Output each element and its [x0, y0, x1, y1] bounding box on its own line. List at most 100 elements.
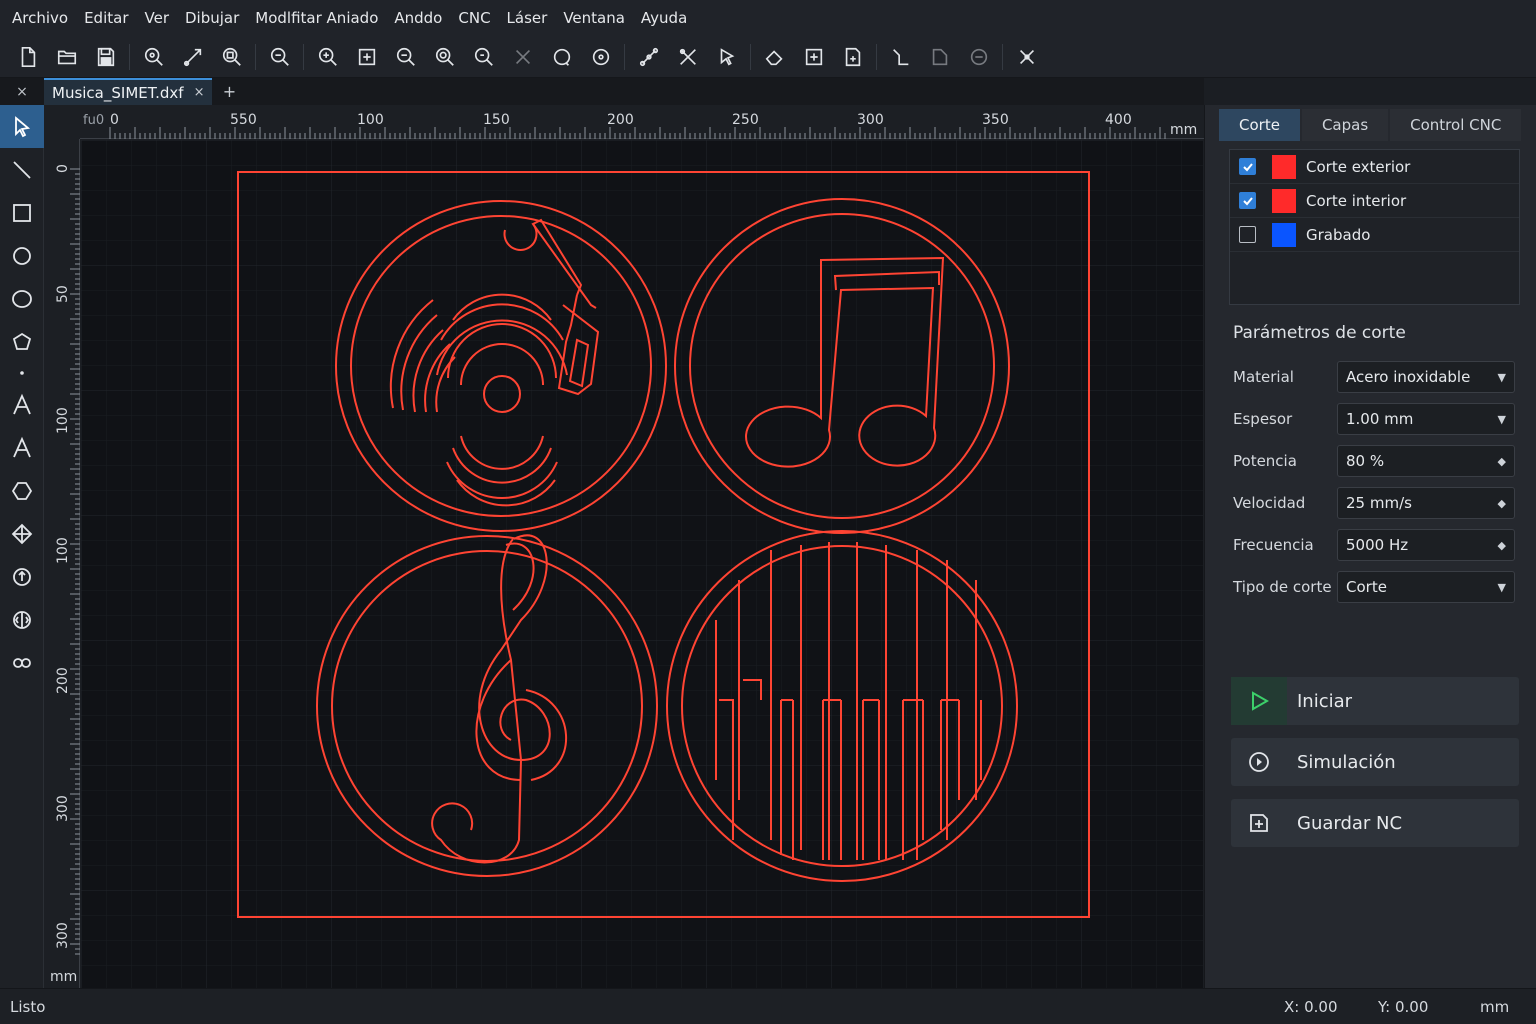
thickness-dropdown[interactable]: 1.00 mm ▼: [1337, 403, 1515, 435]
menu-laser[interactable]: Láser: [499, 9, 556, 27]
snap-icon[interactable]: [506, 40, 540, 74]
origin-tool-icon[interactable]: [0, 512, 44, 555]
tab-corte[interactable]: Corte: [1219, 109, 1300, 141]
material-dropdown[interactable]: Acero inoxidable ▼: [1337, 361, 1515, 393]
node-edit-icon[interactable]: [632, 40, 666, 74]
line-tool-icon[interactable]: [0, 148, 44, 191]
layer-row[interactable]: Corte exterior: [1230, 150, 1519, 184]
menu-ventana[interactable]: Ventana: [555, 9, 633, 27]
layer-color-swatch[interactable]: [1272, 188, 1296, 213]
zoom-out-icon[interactable]: [389, 40, 423, 74]
param-value: 25 mm/s: [1346, 494, 1412, 512]
text-tool-icon[interactable]: [0, 383, 44, 426]
menu-editar[interactable]: Editar: [76, 9, 136, 27]
circle-tool-icon[interactable]: [0, 234, 44, 277]
layer-checkbox[interactable]: [1239, 226, 1256, 243]
point-tool-icon[interactable]: [0, 363, 44, 383]
ellipse-tool-icon[interactable]: [0, 277, 44, 320]
layer-checkbox[interactable]: [1239, 192, 1256, 209]
simulate-button[interactable]: Simulación: [1231, 738, 1519, 786]
transform-icon[interactable]: [1010, 40, 1044, 74]
menu-archivo[interactable]: Archivo: [4, 9, 76, 27]
menu-cnc[interactable]: CNC: [450, 9, 498, 27]
lead-in-icon[interactable]: [923, 40, 957, 74]
erase-icon[interactable]: [758, 40, 792, 74]
power-spinbox[interactable]: 80 % ◆: [1337, 445, 1515, 477]
spin-arrows-icon[interactable]: ◆: [1498, 455, 1506, 468]
play-icon: [1231, 677, 1287, 725]
select-arrow-icon[interactable]: [0, 105, 44, 148]
units-label[interactable]: mm: [1480, 998, 1509, 1016]
insert-icon[interactable]: [797, 40, 831, 74]
start-button[interactable]: Iniciar: [1231, 677, 1519, 725]
pointer-snap-icon[interactable]: [710, 40, 744, 74]
drawing-canvas[interactable]: [81, 140, 1203, 988]
menu-anidado[interactable]: Anddo: [386, 9, 450, 27]
hexagon-tool-icon[interactable]: [0, 469, 44, 512]
x-coordinate: X: 0.00: [1284, 997, 1338, 1016]
param-value: Acero inoxidable: [1346, 368, 1471, 386]
trim-icon[interactable]: [671, 40, 705, 74]
path-icon[interactable]: [884, 40, 918, 74]
rectangle-tool-icon[interactable]: [0, 191, 44, 234]
spin-arrows-icon[interactable]: ◆: [1498, 539, 1506, 552]
param-value: Corte: [1346, 578, 1387, 596]
cut-type-dropdown[interactable]: Corte ▼: [1337, 571, 1515, 603]
tab-control-cnc[interactable]: Control CNC: [1390, 109, 1522, 141]
horizontal-ruler: fu0 0 550 100 150 200 250 300 350 400 mm: [80, 105, 1204, 139]
chevron-down-icon: ▼: [1497, 412, 1506, 426]
measure-icon[interactable]: [176, 40, 210, 74]
zoom-all-icon[interactable]: [467, 40, 501, 74]
zoom-icon[interactable]: [263, 40, 297, 74]
param-label: Potencia: [1233, 452, 1297, 470]
ruler-top-label: 150: [483, 112, 510, 128]
save-icon[interactable]: [89, 40, 123, 74]
menu-ver[interactable]: Ver: [137, 9, 178, 27]
polygon-tool-icon[interactable]: [0, 320, 44, 363]
layer-color-swatch[interactable]: [1272, 154, 1296, 179]
rotate-tool-icon[interactable]: [0, 555, 44, 598]
layer-color-swatch[interactable]: [1272, 222, 1296, 247]
cad-drawing: [81, 140, 1203, 988]
layer-row[interactable]: Grabado: [1230, 218, 1519, 252]
export-icon[interactable]: [836, 40, 870, 74]
close-tab-icon[interactable]: ×: [194, 85, 205, 100]
menu-ayuda[interactable]: Ayuda: [633, 9, 695, 27]
tab-capas[interactable]: Capas: [1301, 109, 1389, 141]
zoom-window-icon[interactable]: [215, 40, 249, 74]
zoom-fit-icon[interactable]: [137, 40, 171, 74]
toolbar-separator: [750, 43, 751, 70]
toolbar-separator: [129, 43, 130, 70]
layer-row[interactable]: Corte interior: [1230, 184, 1519, 218]
zoom-in-icon[interactable]: [311, 40, 345, 74]
save-nc-button[interactable]: Guardar NC: [1231, 799, 1519, 847]
new-tab-button[interactable]: +: [212, 78, 246, 105]
document-tab[interactable]: Musica_SIMET.dxf ×: [44, 78, 213, 105]
new-file-icon[interactable]: [11, 40, 45, 74]
zoom-previous-icon[interactable]: [428, 40, 462, 74]
menu-modificar[interactable]: Modlfitar Aniado: [247, 9, 386, 27]
circle-select-icon[interactable]: [545, 40, 579, 74]
frequency-spinbox[interactable]: 5000 Hz ◆: [1337, 529, 1515, 561]
order-icon[interactable]: [962, 40, 996, 74]
ruler-left-unit: mm: [50, 969, 77, 985]
open-folder-icon[interactable]: [50, 40, 84, 74]
zoom-extents-icon[interactable]: [350, 40, 384, 74]
chain-tool-icon[interactable]: [0, 641, 44, 684]
panel-tabs: Corte Capas Control CNC: [1219, 109, 1523, 141]
document-tab-title: Musica_SIMET.dxf: [52, 83, 184, 102]
save-nc-button-label: Guardar NC: [1297, 812, 1403, 834]
param-velocidad: Velocidad 25 mm/s ◆: [1233, 487, 1521, 519]
ruler-top-label: 300: [857, 112, 884, 128]
mirror-tool-icon[interactable]: [0, 598, 44, 641]
close-all-tabs-button[interactable]: ×: [0, 78, 44, 105]
menu-dibujar[interactable]: Dibujar: [177, 9, 247, 27]
spin-arrows-icon[interactable]: ◆: [1498, 497, 1506, 510]
ruler-top-label: 250: [732, 112, 759, 128]
circle-snap-icon[interactable]: [584, 40, 618, 74]
speed-spinbox[interactable]: 25 mm/s ◆: [1337, 487, 1515, 519]
layer-checkbox[interactable]: [1239, 158, 1256, 175]
text-outline-tool-icon[interactable]: [0, 426, 44, 469]
ruler-top-label: 350: [982, 112, 1009, 128]
cam-application-window: Archivo Editar Ver Dibujar Modlfitar Ani…: [0, 0, 1536, 1024]
